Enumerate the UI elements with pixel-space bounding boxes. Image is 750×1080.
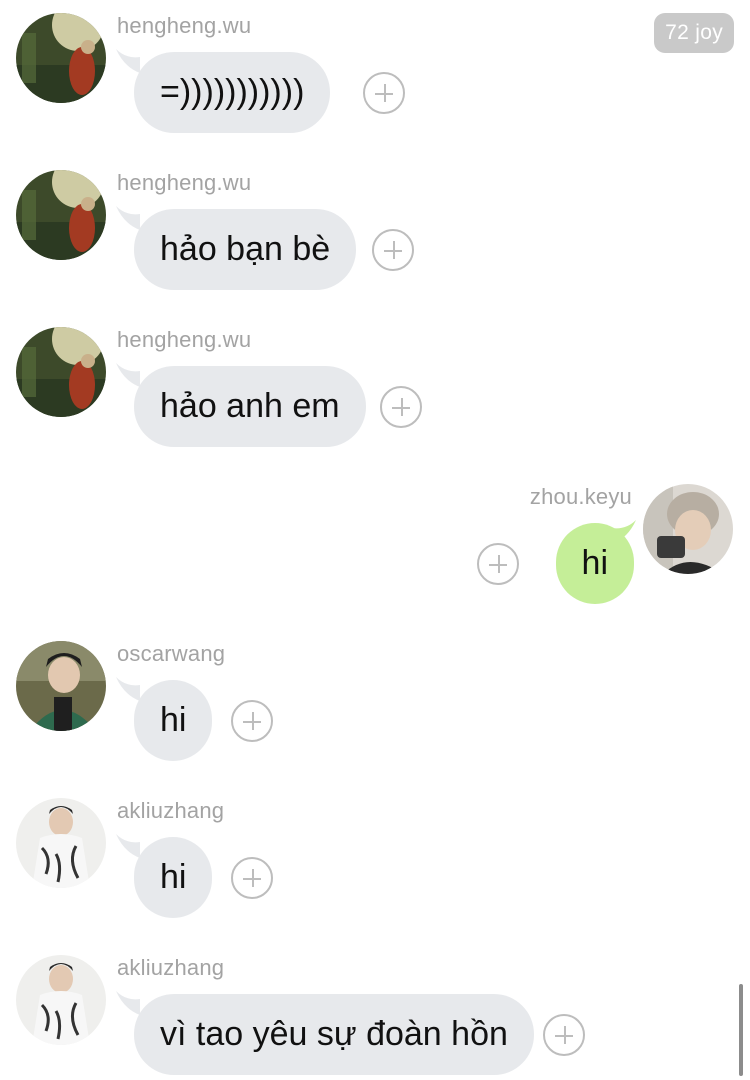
hengheng-avatar-icon[interactable] xyxy=(16,13,106,103)
add-reaction-button[interactable] xyxy=(363,72,405,114)
message-bubble[interactable]: hi xyxy=(134,680,213,761)
sender-name[interactable]: hengheng.wu xyxy=(117,13,251,39)
akliuzhang-avatar-icon[interactable] xyxy=(16,798,106,888)
add-reaction-button[interactable] xyxy=(543,1014,585,1056)
sender-name[interactable]: zhou.keyu xyxy=(530,484,632,510)
bubble-tail xyxy=(116,206,140,230)
bubble-tail xyxy=(116,991,140,1015)
bubble-tail xyxy=(116,363,140,387)
hengheng-avatar-icon[interactable] xyxy=(16,327,106,417)
message-bubble[interactable]: hảo bạn bè xyxy=(134,209,357,290)
scrollbar[interactable] xyxy=(739,984,743,1076)
chat-message: hengheng.wu =))))))))))) xyxy=(0,13,750,135)
chat-message: akliuzhang vì tao yêu sự đoàn hồn xyxy=(0,955,750,1077)
add-reaction-button[interactable] xyxy=(380,386,422,428)
akliuzhang-avatar-icon[interactable] xyxy=(16,955,106,1045)
oscarwang-avatar-icon[interactable] xyxy=(16,641,106,731)
bubble-tail xyxy=(116,49,140,73)
bubble-tail xyxy=(116,677,140,701)
zhoukeyu-avatar-icon[interactable] xyxy=(643,484,733,574)
add-reaction-button[interactable] xyxy=(477,543,519,585)
chat-message: oscarwang hi xyxy=(0,641,750,763)
message-bubble[interactable]: hi xyxy=(134,837,213,918)
add-reaction-button[interactable] xyxy=(231,857,273,899)
chat-message: hengheng.wu hảo bạn bè xyxy=(0,170,750,292)
message-bubble[interactable]: =))))))))))) xyxy=(134,52,331,133)
chat-message: hengheng.wu hảo anh em xyxy=(0,327,750,449)
message-bubble[interactable]: hảo anh em xyxy=(134,366,366,447)
sender-name[interactable]: oscarwang xyxy=(117,641,225,667)
sender-name[interactable]: akliuzhang xyxy=(117,798,224,824)
chat-message: akliuzhang hi xyxy=(0,798,750,920)
sender-name[interactable]: hengheng.wu xyxy=(117,170,251,196)
hengheng-avatar-icon[interactable] xyxy=(16,170,106,260)
add-reaction-button[interactable] xyxy=(231,700,273,742)
message-bubble[interactable]: hi xyxy=(555,523,634,604)
bubble-tail xyxy=(116,834,140,858)
add-reaction-button[interactable] xyxy=(372,229,414,271)
sender-name[interactable]: akliuzhang xyxy=(117,955,224,981)
sender-name[interactable]: hengheng.wu xyxy=(117,327,251,353)
chat-message: zhou.keyu hi xyxy=(0,484,750,606)
message-bubble[interactable]: vì tao yêu sự đoàn hồn xyxy=(134,994,534,1075)
